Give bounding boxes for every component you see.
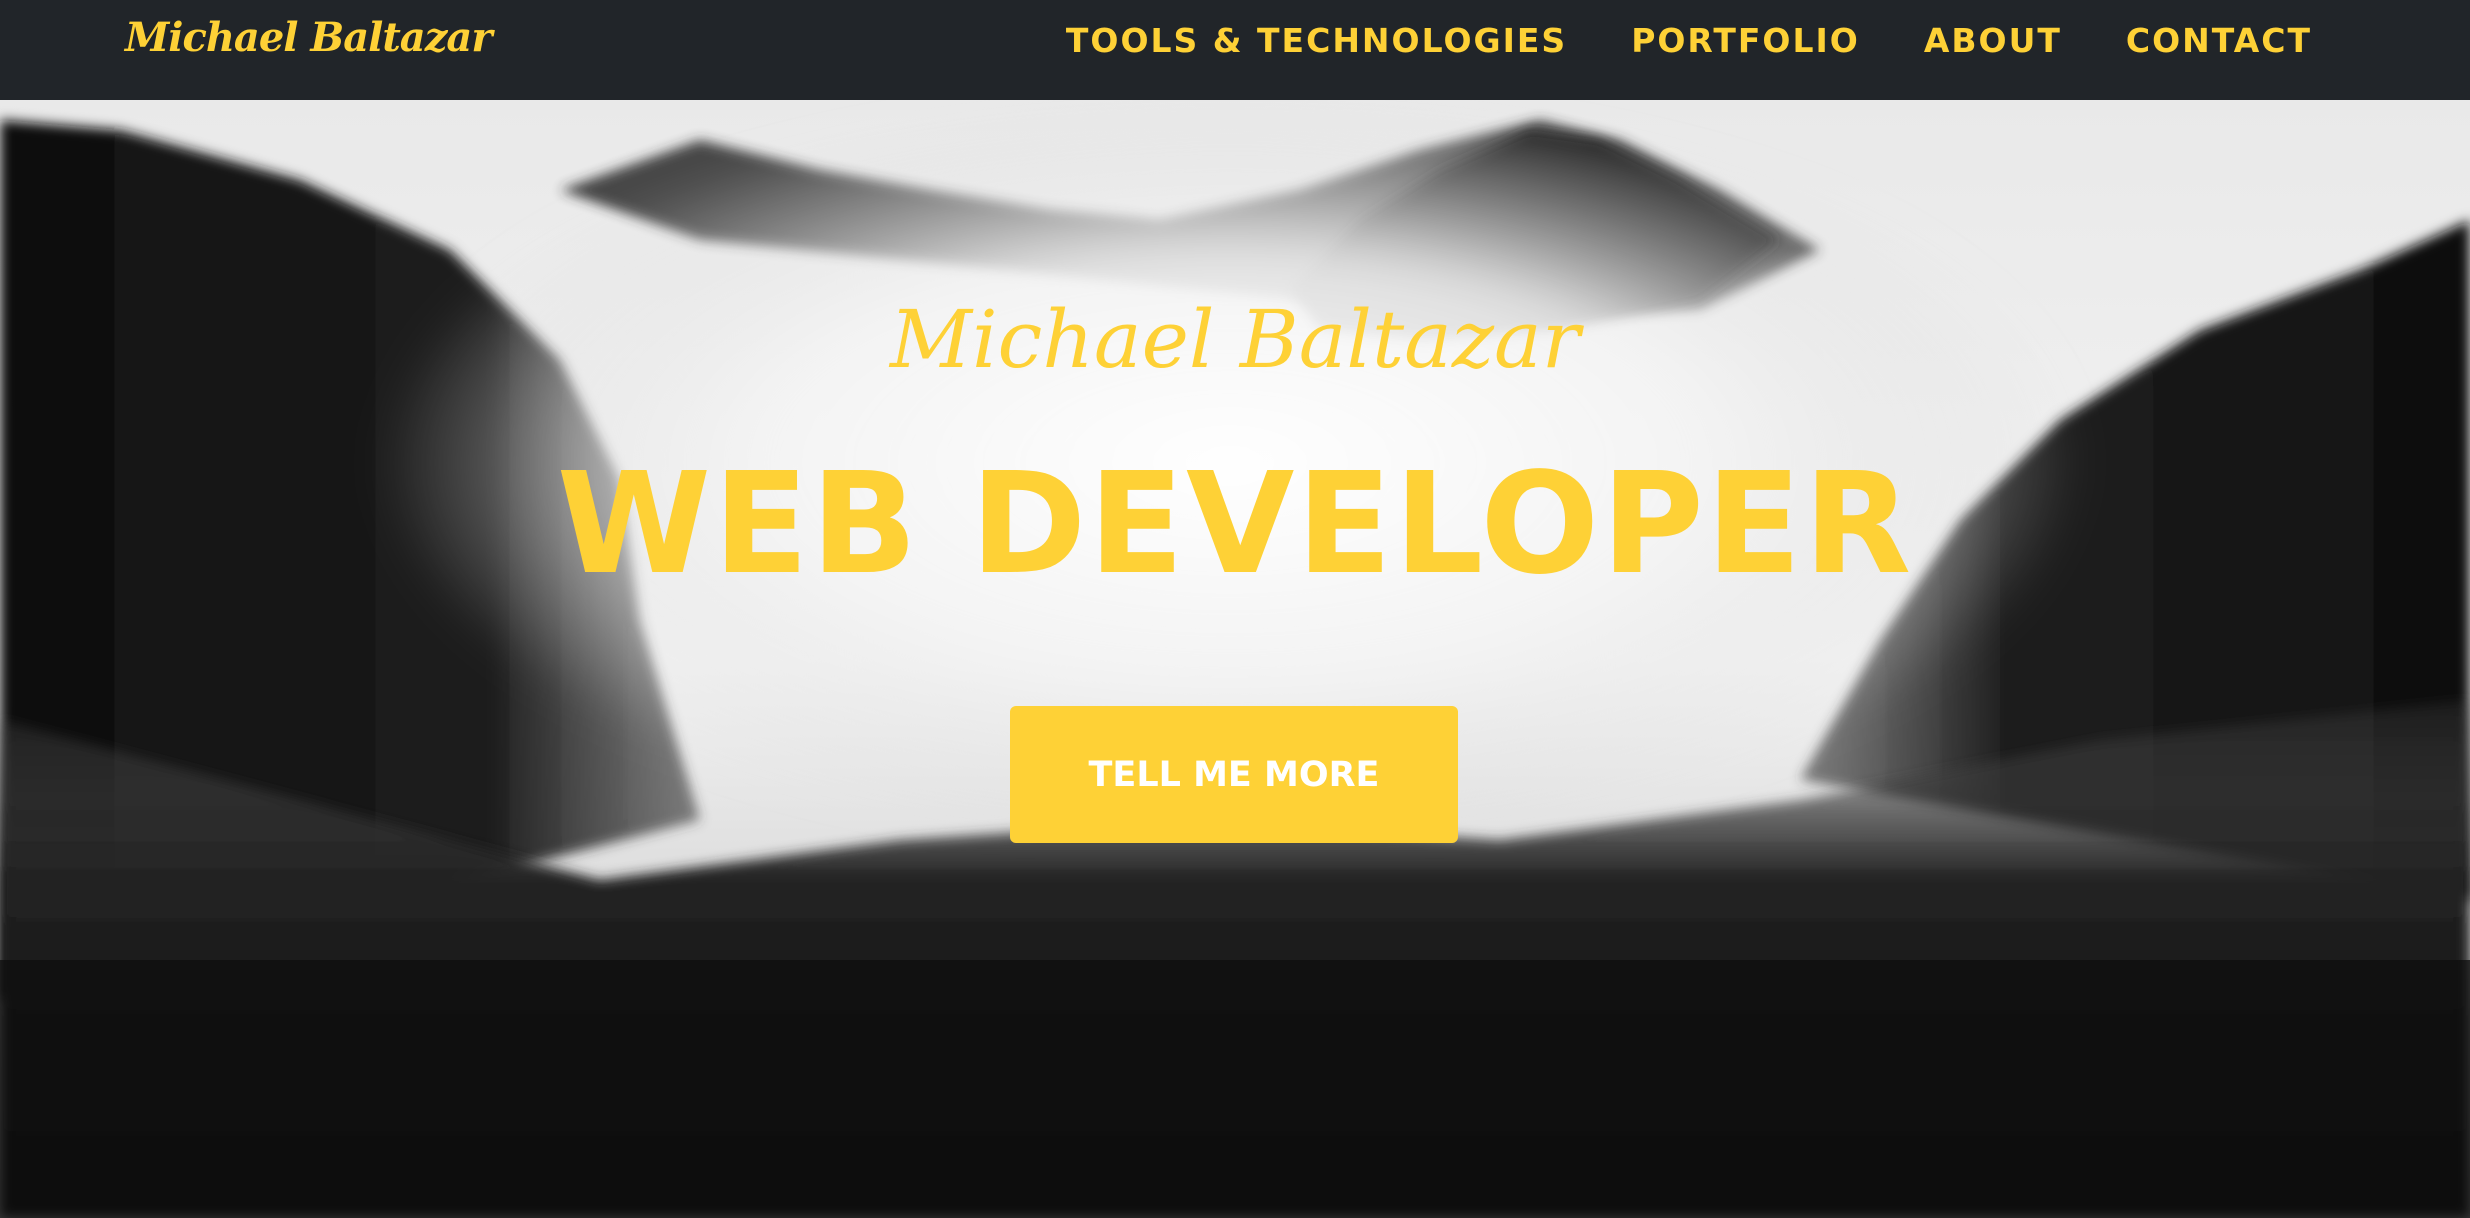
navbar: Michael Baltazar TOOLS & TECHNOLOGIES PO… [0,0,2470,100]
brand-logo-link[interactable]: Michael Baltazar [125,14,492,61]
hero-section: Michael Baltazar WEB DEVELOPER TELL ME M… [0,100,2470,1218]
nav-links: TOOLS & TECHNOLOGIES PORTFOLIO ABOUT CON… [1002,0,2312,80]
nav-link-about[interactable]: ABOUT [1924,21,2062,60]
nav-link-tools-technologies[interactable]: TOOLS & TECHNOLOGIES [1066,21,1567,60]
nav-link-contact[interactable]: CONTACT [2126,21,2312,60]
hero-subheading: Michael Baltazar [890,293,1580,386]
hero-heading: WEB DEVELOPER [556,443,1914,606]
tell-me-more-button[interactable]: TELL ME MORE [1010,706,1458,843]
nav-link-portfolio[interactable]: PORTFOLIO [1631,21,1860,60]
hero-content: Michael Baltazar WEB DEVELOPER TELL ME M… [0,100,2470,1218]
page: Michael Baltazar TOOLS & TECHNOLOGIES PO… [0,0,2470,1218]
